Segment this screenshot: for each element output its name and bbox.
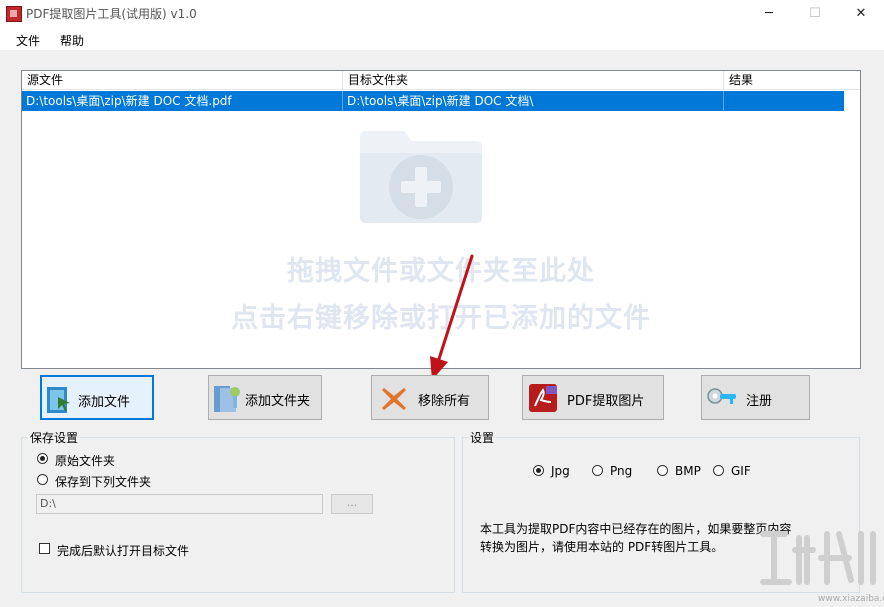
minimize-button[interactable]: ─	[746, 0, 792, 28]
add-file-label: 添加文件	[78, 395, 131, 410]
radio-format-png[interactable]	[592, 465, 603, 476]
add-folder-label: 添加文件夹	[245, 394, 311, 409]
radio-custom-folder[interactable]	[37, 474, 48, 485]
radio-format-bmp[interactable]	[657, 465, 668, 476]
column-header-target[interactable]: 目标文件夹	[343, 71, 724, 90]
pdf-icon	[529, 384, 557, 412]
remove-x-icon	[382, 388, 406, 410]
open-after-checkbox[interactable]	[39, 543, 50, 554]
window-title: PDF提取图片工具(试用版) v1.0	[26, 7, 197, 21]
close-button[interactable]: ✕	[838, 0, 884, 28]
remove-all-label: 移除所有	[418, 394, 471, 409]
output-path-input[interactable]: D:\	[36, 494, 323, 514]
register-label: 注册	[746, 394, 773, 409]
label-format-jpg[interactable]: Jpg	[551, 464, 570, 478]
menu-bar: 文件 帮助	[0, 28, 884, 50]
app-icon	[6, 6, 22, 22]
menu-file[interactable]: 文件	[16, 32, 40, 49]
label-custom-folder[interactable]: 保存到下列文件夹	[55, 473, 151, 490]
settings-title: 设置	[468, 429, 497, 446]
radio-format-jpg[interactable]	[533, 465, 544, 476]
watermark-logo	[760, 531, 876, 585]
add-folder-icon	[360, 131, 482, 223]
maximize-button[interactable]: ☐	[792, 0, 838, 28]
add-file-icon	[47, 387, 70, 413]
register-button[interactable]: 注册	[701, 375, 810, 420]
label-format-gif[interactable]: GIF	[731, 464, 751, 478]
menu-help[interactable]: 帮助	[60, 32, 84, 49]
column-header-source[interactable]: 源文件	[22, 71, 343, 90]
key-icon	[707, 388, 736, 404]
annotation-arrow	[430, 254, 474, 380]
cell-target: D:\tools\桌面\zip\新建 DOC 文档\	[343, 91, 724, 111]
radio-original-folder[interactable]	[37, 453, 48, 464]
extract-images-button[interactable]: PDF提取图片	[522, 375, 664, 420]
column-header-result[interactable]: 结果	[724, 71, 860, 90]
title-bar: PDF提取图片工具(试用版) v1.0 ─ ☐ ✕	[0, 0, 884, 28]
watermark-url: www.xiazaiba.com	[818, 594, 884, 604]
add-folder-button[interactable]: 添加文件夹	[208, 375, 322, 420]
save-settings-title: 保存设置	[28, 429, 81, 446]
add-folder-icon	[214, 386, 240, 412]
add-file-button[interactable]: 添加文件	[40, 375, 154, 420]
browse-button[interactable]: ...	[331, 494, 373, 514]
open-after-label[interactable]: 完成后默认打开目标文件	[57, 542, 189, 559]
label-original-folder[interactable]: 原始文件夹	[55, 452, 115, 469]
cell-result	[724, 91, 844, 111]
cell-source: D:\tools\桌面\zip\新建 DOC 文档.pdf	[22, 91, 343, 111]
remove-all-button[interactable]: 移除所有	[371, 375, 489, 420]
label-format-bmp[interactable]: BMP	[675, 464, 701, 478]
extract-images-label: PDF提取图片	[567, 394, 645, 409]
label-format-png[interactable]: Png	[610, 464, 632, 478]
radio-format-gif[interactable]	[713, 465, 724, 476]
table-row[interactable]: D:\tools\桌面\zip\新建 DOC 文档.pdf D:\tools\桌…	[22, 91, 844, 111]
